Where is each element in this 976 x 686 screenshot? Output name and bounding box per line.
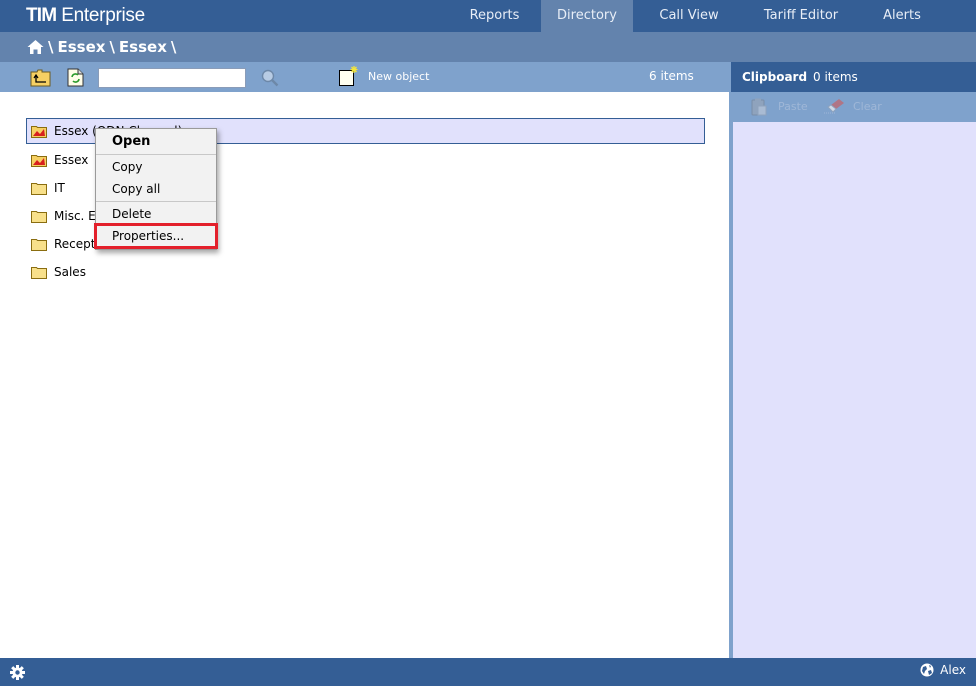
app-logo: TIM Enterprise bbox=[26, 5, 145, 27]
eraser-icon bbox=[823, 97, 847, 118]
refresh-button[interactable] bbox=[67, 68, 84, 90]
tab-reports[interactable]: Reports bbox=[448, 0, 541, 32]
paste-icon bbox=[751, 98, 767, 119]
clipboard-count: 0 items bbox=[813, 70, 858, 84]
logo-rest: Enterprise bbox=[56, 5, 145, 26]
item-name: Sales bbox=[54, 265, 86, 279]
menu-divider bbox=[96, 154, 216, 155]
tab-call-view[interactable]: Call View bbox=[633, 0, 745, 32]
menu-item-delete[interactable]: Delete bbox=[96, 203, 216, 225]
breadcrumb: \ Essex \ Essex \ bbox=[27, 38, 180, 56]
logo-bold: TIM bbox=[26, 5, 57, 26]
clear-button[interactable]: Clear bbox=[853, 100, 882, 113]
items-count: 6 items bbox=[649, 69, 694, 83]
folder-icon bbox=[31, 182, 47, 195]
search-button[interactable] bbox=[261, 69, 279, 90]
folder-icon bbox=[31, 210, 47, 223]
magnifier-icon bbox=[261, 69, 279, 87]
search-input[interactable] bbox=[98, 68, 246, 88]
tab-tariff-editor[interactable]: Tariff Editor bbox=[745, 0, 857, 32]
breadcrumb-item[interactable]: Essex bbox=[119, 38, 167, 56]
menu-item-open[interactable]: Open bbox=[96, 131, 216, 153]
username: Alex bbox=[940, 663, 966, 677]
site-folder-icon bbox=[31, 154, 47, 167]
home-icon[interactable] bbox=[27, 39, 44, 55]
top-bar: TIM Enterprise Reports Directory Call Vi… bbox=[0, 0, 976, 32]
settings-button[interactable] bbox=[10, 665, 25, 683]
item-name: Recept bbox=[54, 237, 96, 251]
folder-icon bbox=[31, 238, 47, 251]
main-nav: Reports Directory Call View Tariff Edito… bbox=[448, 0, 976, 32]
paste-button[interactable]: Paste bbox=[778, 100, 808, 113]
menu-item-copy[interactable]: Copy bbox=[96, 156, 216, 178]
breadcrumb-separator: \ bbox=[170, 38, 177, 56]
globe-icon bbox=[920, 663, 934, 677]
clipboard-title: Clipboard bbox=[742, 70, 808, 84]
clipboard-area bbox=[731, 122, 976, 658]
user-menu[interactable]: Alex bbox=[920, 663, 966, 677]
tab-alerts[interactable]: Alerts bbox=[857, 0, 947, 32]
new-object-label[interactable]: New object bbox=[368, 70, 429, 83]
menu-item-copy-all[interactable]: Copy all bbox=[96, 178, 216, 200]
new-object-button[interactable] bbox=[338, 65, 360, 90]
folder-up-icon bbox=[30, 69, 51, 87]
refresh-icon bbox=[67, 68, 84, 87]
breadcrumb-bar: \ Essex \ Essex \ bbox=[0, 32, 976, 62]
item-name: IT bbox=[54, 181, 65, 195]
breadcrumb-separator: \ bbox=[109, 38, 115, 56]
folder-up-button[interactable] bbox=[30, 69, 51, 90]
tab-directory[interactable]: Directory bbox=[541, 0, 633, 32]
item-name: Misc. E bbox=[54, 209, 96, 223]
context-menu: Open Copy Copy all Delete Properties... bbox=[94, 128, 218, 250]
clipboard-header: Clipboard 0 items bbox=[731, 62, 976, 92]
menu-item-properties[interactable]: Properties... bbox=[94, 223, 218, 249]
menu-divider bbox=[96, 201, 216, 202]
breadcrumb-separator: \ bbox=[48, 38, 54, 56]
breadcrumb-item[interactable]: Essex bbox=[57, 38, 105, 56]
list-item[interactable]: Sales bbox=[26, 258, 705, 286]
new-object-icon bbox=[339, 66, 358, 86]
footer-bar: Alex bbox=[0, 658, 976, 686]
gear-icon bbox=[10, 665, 25, 680]
folder-icon bbox=[31, 266, 47, 279]
item-name: Essex bbox=[54, 153, 89, 167]
site-folder-icon bbox=[31, 125, 47, 138]
